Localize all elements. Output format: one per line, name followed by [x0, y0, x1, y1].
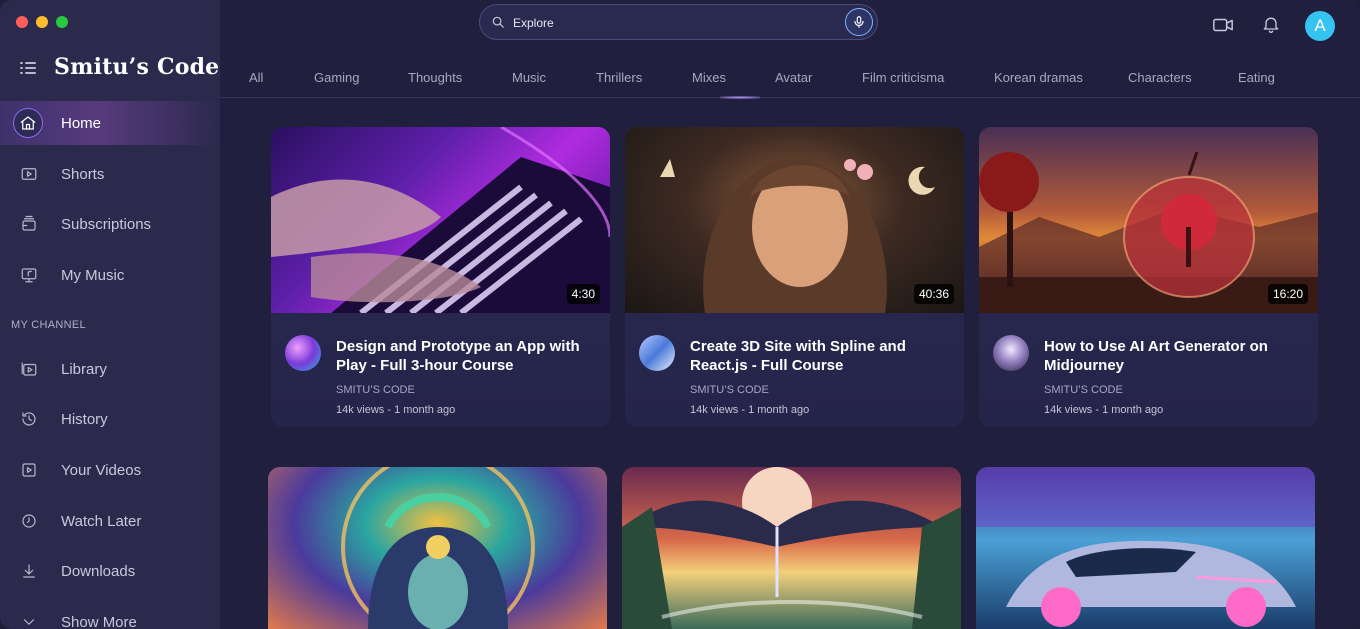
apple-tree-artwork [979, 151, 1318, 313]
category-chips: All Gaming Thoughts Music Thrillers Mixe… [220, 62, 1360, 99]
sidebar-item-show-more[interactable]: Show More [0, 600, 220, 629]
sidebar-item-downloads[interactable]: Downloads [0, 549, 220, 593]
category-chip[interactable]: Avatar [775, 70, 812, 85]
category-chip[interactable]: Korean dramas [994, 70, 1083, 85]
video-title[interactable]: Create 3D Site with Spline and React.js … [690, 337, 952, 375]
minimize-window-button[interactable] [36, 16, 48, 28]
chevron-down-icon [16, 609, 42, 629]
user-avatar[interactable]: A [1305, 11, 1335, 41]
channel-name[interactable]: SMITU’S CODE [336, 384, 415, 396]
category-chip[interactable]: Thoughts [408, 70, 462, 85]
sidebar-item-label: Subscriptions [61, 215, 152, 233]
menu-icon[interactable] [20, 61, 36, 75]
category-chip[interactable]: Thrillers [596, 70, 642, 85]
video-title[interactable]: Design and Prototype an App with Play - … [336, 337, 598, 375]
category-chip[interactable]: Eating [1238, 70, 1275, 85]
video-meta: 14k views - 1 month ago [336, 404, 456, 416]
close-window-button[interactable] [16, 16, 28, 28]
download-icon [16, 558, 42, 584]
sidebar: Smitu’s Code Home Shorts Subscriptions M… [0, 0, 220, 629]
video-card[interactable]: 40:36 Create 3D Site with Spline and Rea… [625, 127, 964, 427]
sidebar-item-subscriptions[interactable]: Subscriptions [0, 202, 220, 246]
sidebar-item-my-music[interactable]: My Music [0, 253, 220, 297]
category-chip[interactable]: Gaming [314, 70, 360, 85]
channel-name[interactable]: SMITU’S CODE [690, 384, 769, 396]
video-meta: 14k views - 1 month ago [1044, 404, 1164, 416]
sidebar-item-label: Your Videos [61, 461, 142, 479]
bell-icon [1263, 17, 1279, 33]
maximize-window-button[interactable] [56, 16, 68, 28]
video-duration: 4:30 [566, 284, 600, 304]
video-card[interactable]: 4:30 Design and Prototype an App with Pl… [271, 127, 610, 427]
category-chip[interactable]: Music [512, 70, 546, 85]
channel-avatar[interactable] [993, 335, 1029, 371]
sidebar-item-label: History [61, 410, 108, 428]
microphone-icon [854, 16, 864, 28]
goddess-artwork [341, 467, 535, 629]
video-camera-icon [1213, 18, 1233, 32]
category-chip[interactable]: All [249, 70, 263, 85]
notifications-button[interactable] [1261, 14, 1281, 39]
channel-avatar[interactable] [639, 335, 675, 371]
sidebar-item-library[interactable]: Library [0, 347, 220, 391]
sidebar-item-history[interactable]: History [0, 397, 220, 441]
channel-avatar[interactable] [285, 335, 321, 371]
phoenix-artwork [622, 467, 961, 629]
video-thumbnail[interactable]: 40:36 [625, 127, 964, 313]
search-input[interactable]: Explore [513, 16, 554, 30]
history-icon [16, 406, 42, 432]
video-thumbnail[interactable] [268, 467, 607, 629]
category-chip[interactable]: Film criticisma [862, 70, 944, 85]
video-duration: 40:36 [913, 284, 954, 304]
girl-portrait-artwork [660, 157, 935, 313]
microphone-button[interactable] [845, 8, 873, 36]
your-videos-icon [16, 457, 42, 483]
active-category-indicator [720, 96, 760, 99]
sidebar-item-watch-later[interactable]: Watch Later [0, 499, 220, 543]
sidebar-item-your-videos[interactable]: Your Videos [0, 448, 220, 492]
music-icon [16, 262, 42, 288]
piano-artwork [271, 127, 610, 313]
video-meta: 14k views - 1 month ago [690, 404, 810, 416]
video-title[interactable]: How to Use AI Art Generator on Midjourne… [1044, 337, 1306, 375]
clock-icon [16, 508, 42, 534]
video-thumbnail[interactable]: 16:20 [979, 127, 1318, 313]
category-chip[interactable]: Mixes [692, 70, 726, 85]
home-icon [13, 108, 43, 138]
video-card[interactable] [622, 467, 961, 629]
category-chip[interactable]: Characters [1128, 70, 1192, 85]
app-window: Smitu’s Code Home Shorts Subscriptions M… [0, 0, 1360, 629]
section-label-my-channel: MY CHANNEL [11, 319, 86, 331]
search-bar[interactable]: Explore [479, 4, 878, 40]
sidebar-item-label: Home [61, 114, 102, 132]
shorts-icon [16, 161, 42, 187]
sidebar-item-label: Downloads [61, 562, 136, 580]
channel-name[interactable]: SMITU’S CODE [1044, 384, 1123, 396]
sidebar-item-label: Library [61, 360, 107, 378]
sidebar-item-home[interactable]: Home [0, 101, 220, 145]
create-video-button[interactable] [1212, 14, 1234, 41]
sidebar-item-shorts[interactable]: Shorts [0, 152, 220, 196]
video-thumbnail[interactable]: 4:30 [271, 127, 610, 313]
sidebar-item-label: Watch Later [61, 512, 142, 530]
sidebar-item-label: Show More [61, 613, 137, 629]
brand-logo[interactable]: Smitu’s Code [54, 54, 219, 80]
sidebar-item-label: My Music [61, 266, 125, 284]
video-thumbnail[interactable] [976, 467, 1315, 629]
video-card[interactable]: 16:20 How to Use AI Art Generator on Mid… [979, 127, 1318, 427]
video-card[interactable] [268, 467, 607, 629]
sidebar-item-label: Shorts [61, 165, 105, 183]
video-duration: 16:20 [1267, 284, 1308, 304]
search-icon [491, 15, 505, 34]
sports-car-artwork [976, 467, 1315, 627]
subscriptions-icon [16, 211, 42, 237]
library-icon [16, 356, 42, 382]
video-thumbnail[interactable] [622, 467, 961, 629]
window-controls [16, 16, 68, 28]
video-card[interactable] [976, 467, 1315, 629]
